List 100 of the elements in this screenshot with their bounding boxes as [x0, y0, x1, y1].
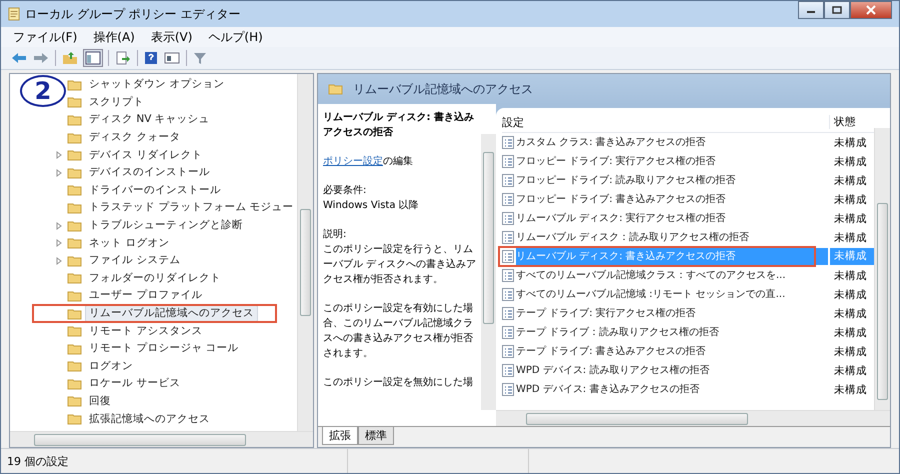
scrollbar[interactable] [874, 128, 890, 410]
properties-icon[interactable] [164, 51, 180, 65]
back-icon[interactable] [11, 51, 27, 65]
export-icon[interactable] [115, 51, 131, 65]
folder-icon [67, 237, 82, 250]
maximize-button[interactable] [824, 1, 850, 19]
scrollbar[interactable] [297, 74, 313, 431]
setting-row[interactable]: フロッピー ドライブ: 実行アクセス権の拒否 [516, 153, 828, 170]
up-folder-icon[interactable] [62, 51, 78, 65]
menu-item[interactable]: ファイル(F) [7, 28, 84, 46]
setting-icon [502, 269, 514, 282]
tree-item[interactable]: スクリプト [85, 94, 148, 111]
state-cell-text: 未構成 [833, 212, 868, 226]
scrollbar[interactable] [496, 410, 890, 426]
setting-icon [502, 174, 514, 187]
tree-item[interactable]: デバイス リダイレクト [85, 146, 206, 164]
setting-row[interactable]: テープ ドライブ：読み取りアクセス権の拒否 [516, 324, 828, 341]
setting-row[interactable]: すべてのリムーバブル記憶域 :リモート セッションでの直... [516, 286, 828, 303]
expand-arrow-icon[interactable] [56, 222, 62, 230]
tree-item[interactable]: フォルダーのリダイレクト [85, 270, 225, 287]
state-cell-text: 未構成 [833, 154, 868, 168]
view-tab[interactable]: 標準 [358, 427, 394, 445]
expand-arrow-icon[interactable] [56, 256, 62, 265]
menu-item[interactable]: ヘルプ(H) [202, 28, 269, 46]
setting-row[interactable]: フロッピー ドライブ: 読み取りアクセス権の拒否 [516, 172, 828, 189]
scrollbar[interactable] [10, 431, 313, 447]
description-text: このポリシー設定を無効にした場 [323, 376, 474, 390]
expand-arrow-icon[interactable] [56, 151, 62, 160]
tree-item[interactable]: ドライバーのインストール [85, 182, 225, 199]
setting-row[interactable]: WPD デバイス: 読み取りアクセス権の拒否 [516, 362, 828, 379]
setting-icon [502, 383, 514, 396]
window-title: ローカル グループ ポリシー エディター [25, 6, 240, 22]
column-header[interactable]: 設定 [502, 114, 829, 130]
state-cell-text: 未構成 [833, 288, 868, 302]
folder-icon [67, 360, 82, 372]
tree-item[interactable]: ファイル システム [85, 252, 184, 270]
folder-icon [67, 395, 82, 408]
scrollbar[interactable] [481, 134, 496, 410]
view-tab[interactable]: 拡張 [322, 427, 358, 445]
tree-item[interactable]: ログオン [85, 358, 137, 375]
setting-icon [502, 364, 514, 377]
folder-icon [67, 202, 82, 214]
state-cell-text: 未構成 [833, 268, 868, 282]
help-icon[interactable] [144, 51, 158, 65]
setting-row[interactable]: カスタム クラス: 書き込みアクセスの拒否 [516, 134, 828, 151]
setting-icon [502, 212, 514, 225]
forward-icon[interactable] [33, 51, 49, 65]
state-cell-text: 未構成 [833, 382, 868, 396]
setting-row[interactable]: テープ ドライブ: 実行アクセス権の拒否 [516, 305, 828, 322]
description-label: 説明: [323, 228, 348, 242]
tree-item[interactable]: 回復 [85, 392, 115, 410]
tree-item[interactable]: リモート アシスタンス [85, 322, 206, 340]
folder-icon [67, 378, 82, 390]
tree-item[interactable]: ディスク NV キャッシュ [85, 111, 214, 128]
tree-item[interactable]: ユーザー プロファイル [85, 287, 206, 304]
setting-icon [502, 307, 514, 320]
pane-title: リムーバブル記憶域へのアクセス [353, 80, 533, 98]
minimize-button[interactable] [798, 1, 824, 19]
menu-item[interactable]: 表示(V) [144, 28, 198, 46]
setting-row[interactable]: すべてのリムーバブル記憶域クラス：すべてのアクセスを... [516, 267, 828, 284]
state-cell-text: 未構成 [833, 136, 868, 150]
state-cell-text: 未構成 [833, 344, 868, 358]
state-cell: 未構成 [830, 248, 874, 265]
tree-item[interactable]: シャットダウン オプション [85, 76, 228, 94]
expand-arrow-icon[interactable] [56, 239, 62, 248]
tree-item[interactable]: 拡張記憶域へのアクセス [85, 410, 214, 428]
folder-icon [67, 220, 82, 232]
setting-icon [502, 288, 514, 301]
setting-icon [502, 250, 514, 263]
panel-toggle-icon[interactable] [84, 50, 102, 66]
tree-item[interactable]: ディスク クォータ [85, 129, 184, 146]
tree-item[interactable]: ロケール サービス [85, 375, 184, 392]
setting-icon [502, 155, 514, 168]
folder-icon [67, 184, 82, 196]
requirements-label: 必要条件: [323, 184, 368, 198]
tree-item[interactable]: ネット ログオン [85, 234, 174, 252]
description-text: このポリシー設定を有効にした場合、このリムーバブル記憶域クラスへの書き込みアクセス権が拒否されます。 [323, 302, 474, 361]
tree-item[interactable]: トラブルシューティングと診断 [85, 217, 247, 234]
setting-row[interactable]: テープ ドライブ: 書き込みアクセスの拒否 [516, 343, 828, 360]
filter-icon[interactable] [193, 51, 207, 65]
folder-icon [328, 83, 343, 95]
expand-arrow-icon[interactable] [56, 168, 62, 177]
setting-row[interactable]: リムーバブル ディスク：読み取りアクセス権の拒否 [516, 229, 828, 246]
policy-title: リムーバブル ディスク: 書き込みアクセスの拒否 [323, 110, 475, 140]
setting-row[interactable]: リムーバブル ディスク: 実行アクセス権の拒否 [516, 210, 828, 227]
folder-icon [67, 325, 82, 338]
setting-row[interactable]: WPD デバイス: 書き込みアクセスの拒否 [516, 381, 828, 398]
folder-icon [67, 96, 82, 108]
setting-icon [502, 136, 514, 149]
state-cell-text: 未構成 [833, 174, 868, 188]
menu-item[interactable]: 操作(A) [87, 28, 141, 46]
setting-icon [502, 326, 514, 339]
close-button[interactable] [850, 1, 892, 19]
policy-link[interactable]: ポリシー設定 [323, 156, 383, 167]
tree-item[interactable]: トラステッド プラットフォーム モジュー [85, 199, 297, 216]
tree-item[interactable]: リモート プロシージャ コール [85, 340, 243, 358]
tree-item[interactable]: デバイスのインストール [85, 164, 214, 182]
edit-policy-text: ポリシー設定の編集 [323, 154, 414, 169]
folder-icon [67, 78, 82, 91]
setting-row[interactable]: フロッピー ドライブ: 書き込みアクセスの拒否 [516, 191, 828, 208]
